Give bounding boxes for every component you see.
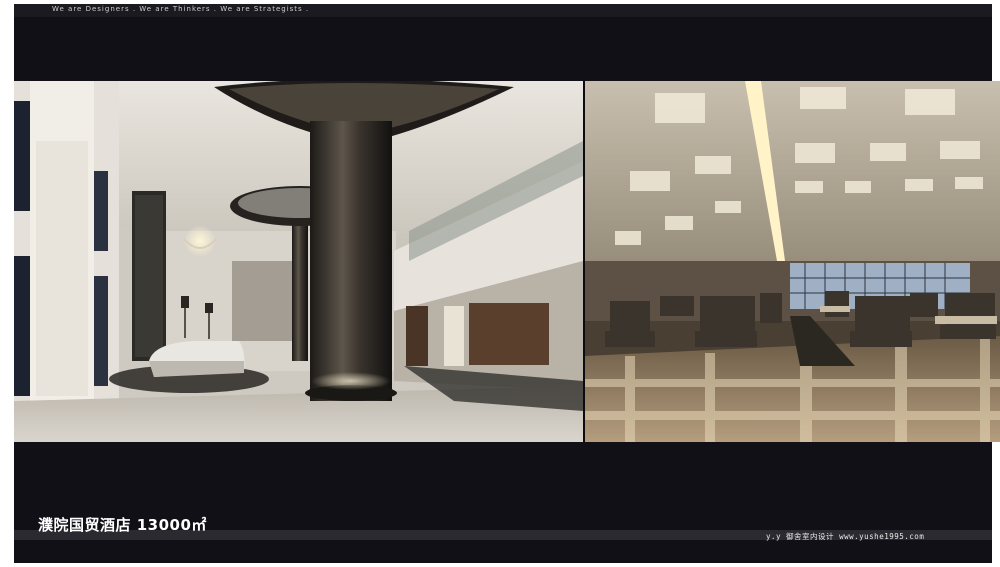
left-margin <box>0 0 14 567</box>
lobby-photo <box>14 81 583 442</box>
project-caption: 濮院国贸酒店 13000㎡ <box>38 516 207 534</box>
presentation-slide: We are Designers . We are Thinkers . We … <box>14 4 1000 563</box>
restaurant-photo <box>585 81 1000 442</box>
tagline: We are Designers . We are Thinkers . We … <box>52 5 310 13</box>
company-credit: y.y 御舍室内设计 www.yushe1995.com <box>766 532 925 541</box>
top-bar: We are Designers . We are Thinkers . We … <box>14 4 992 17</box>
